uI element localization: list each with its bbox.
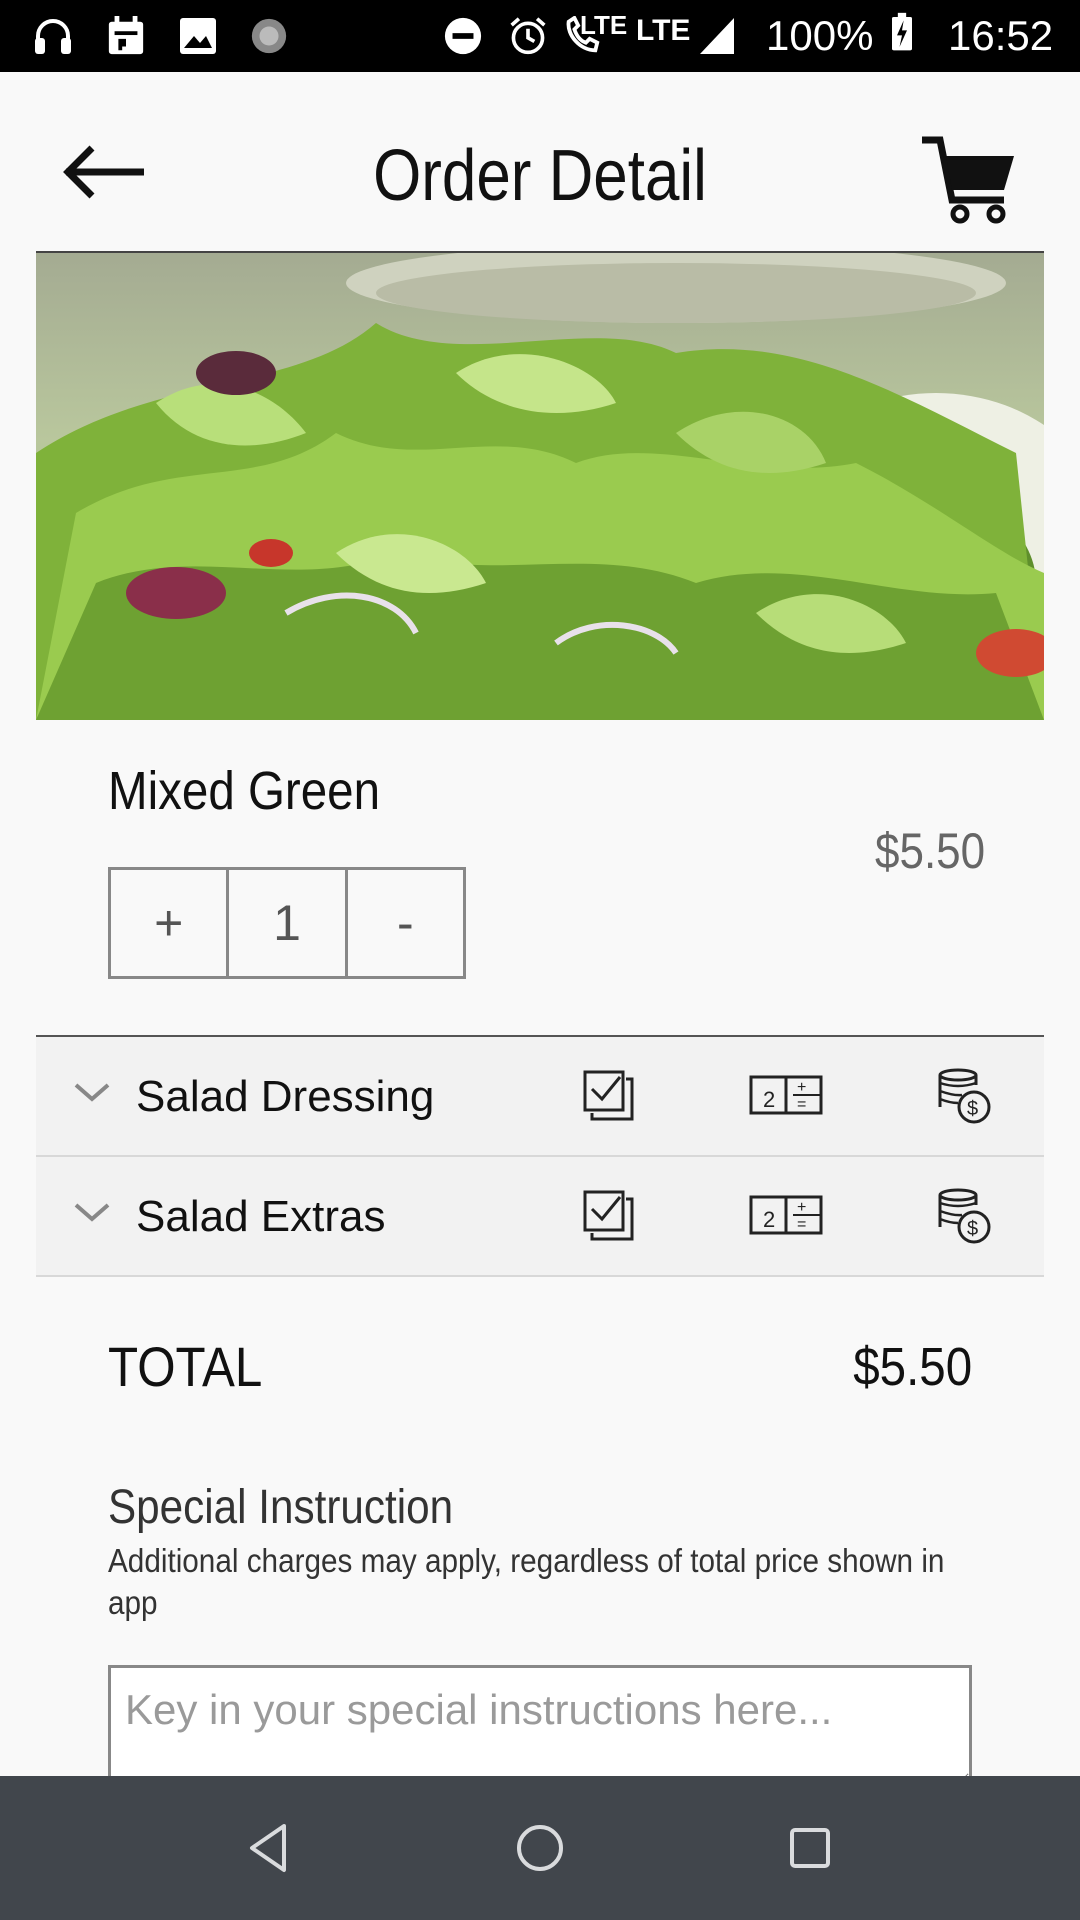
coins-icon: $: [938, 1068, 991, 1124]
svg-text:2: 2: [763, 1087, 775, 1112]
option-row-salad-dressing[interactable]: Salad Dressing 2 + = $: [36, 1037, 1044, 1157]
decrement-button[interactable]: -: [348, 870, 463, 976]
status-bar: LTE LTE 100% 16:52: [0, 0, 1080, 72]
checkbox-stack-icon: [583, 1070, 634, 1121]
quantity-stepper: + 1 -: [108, 867, 466, 979]
option-label: Salad Extras: [136, 1192, 386, 1241]
cart-icon[interactable]: [920, 134, 1016, 226]
battery-percent: 100%: [766, 12, 874, 59]
system-nav-bar: [0, 1776, 1080, 1920]
svg-text:2: 2: [763, 1207, 775, 1232]
calculator-icon: 2 + =: [749, 1195, 823, 1235]
battery-charging-icon: [892, 12, 912, 51]
headset-icon: [35, 19, 71, 54]
checkbox-stack-icon: [583, 1190, 634, 1241]
calculator-icon: 2 + =: [749, 1075, 823, 1115]
svg-text:+: +: [797, 1199, 806, 1216]
svg-text:$: $: [967, 1218, 978, 1240]
lte-label-2: LTE: [636, 14, 691, 47]
chevron-down-icon: [74, 1083, 110, 1102]
svg-text:$: $: [967, 1098, 978, 1120]
nav-home-icon[interactable]: [508, 1816, 572, 1880]
svg-text:=: =: [797, 1096, 806, 1113]
nav-recents-icon[interactable]: [778, 1816, 842, 1880]
chevron-down-icon: [74, 1203, 110, 1222]
svg-text:+: +: [797, 1079, 806, 1096]
signal-icon: [700, 18, 734, 54]
item-name: Mixed Green: [108, 761, 381, 821]
option-label: Salad Dressing: [136, 1072, 435, 1121]
clock: 16:52: [948, 12, 1054, 59]
dnd-icon: [444, 17, 482, 55]
svg-text:=: =: [797, 1216, 806, 1233]
special-instruction-note: Additional charges may apply, regardless…: [108, 1542, 945, 1621]
total-value: $5.50: [853, 1337, 972, 1397]
increment-button[interactable]: +: [111, 870, 230, 976]
item-price: $5.50: [874, 823, 985, 879]
quantity-value: 1: [229, 870, 348, 976]
total-label: TOTAL: [108, 1335, 263, 1398]
option-row-salad-extras[interactable]: Salad Extras 2 + = $: [36, 1157, 1044, 1277]
loading-icon: [251, 18, 287, 54]
image-icon: [180, 18, 216, 54]
special-instruction-input[interactable]: [108, 1665, 972, 1785]
special-instruction-title: Special Instruction: [108, 1481, 454, 1534]
dish-image: [36, 253, 1044, 720]
alarm-icon: [510, 17, 546, 55]
nav-back-icon[interactable]: [238, 1816, 302, 1880]
coins-icon: $: [938, 1188, 991, 1244]
calendar-icon: [108, 16, 144, 55]
page-title: Order Detail: [373, 136, 707, 216]
lte-label-1: LTE: [580, 10, 628, 40]
app-header: Order Detail: [0, 72, 1080, 252]
